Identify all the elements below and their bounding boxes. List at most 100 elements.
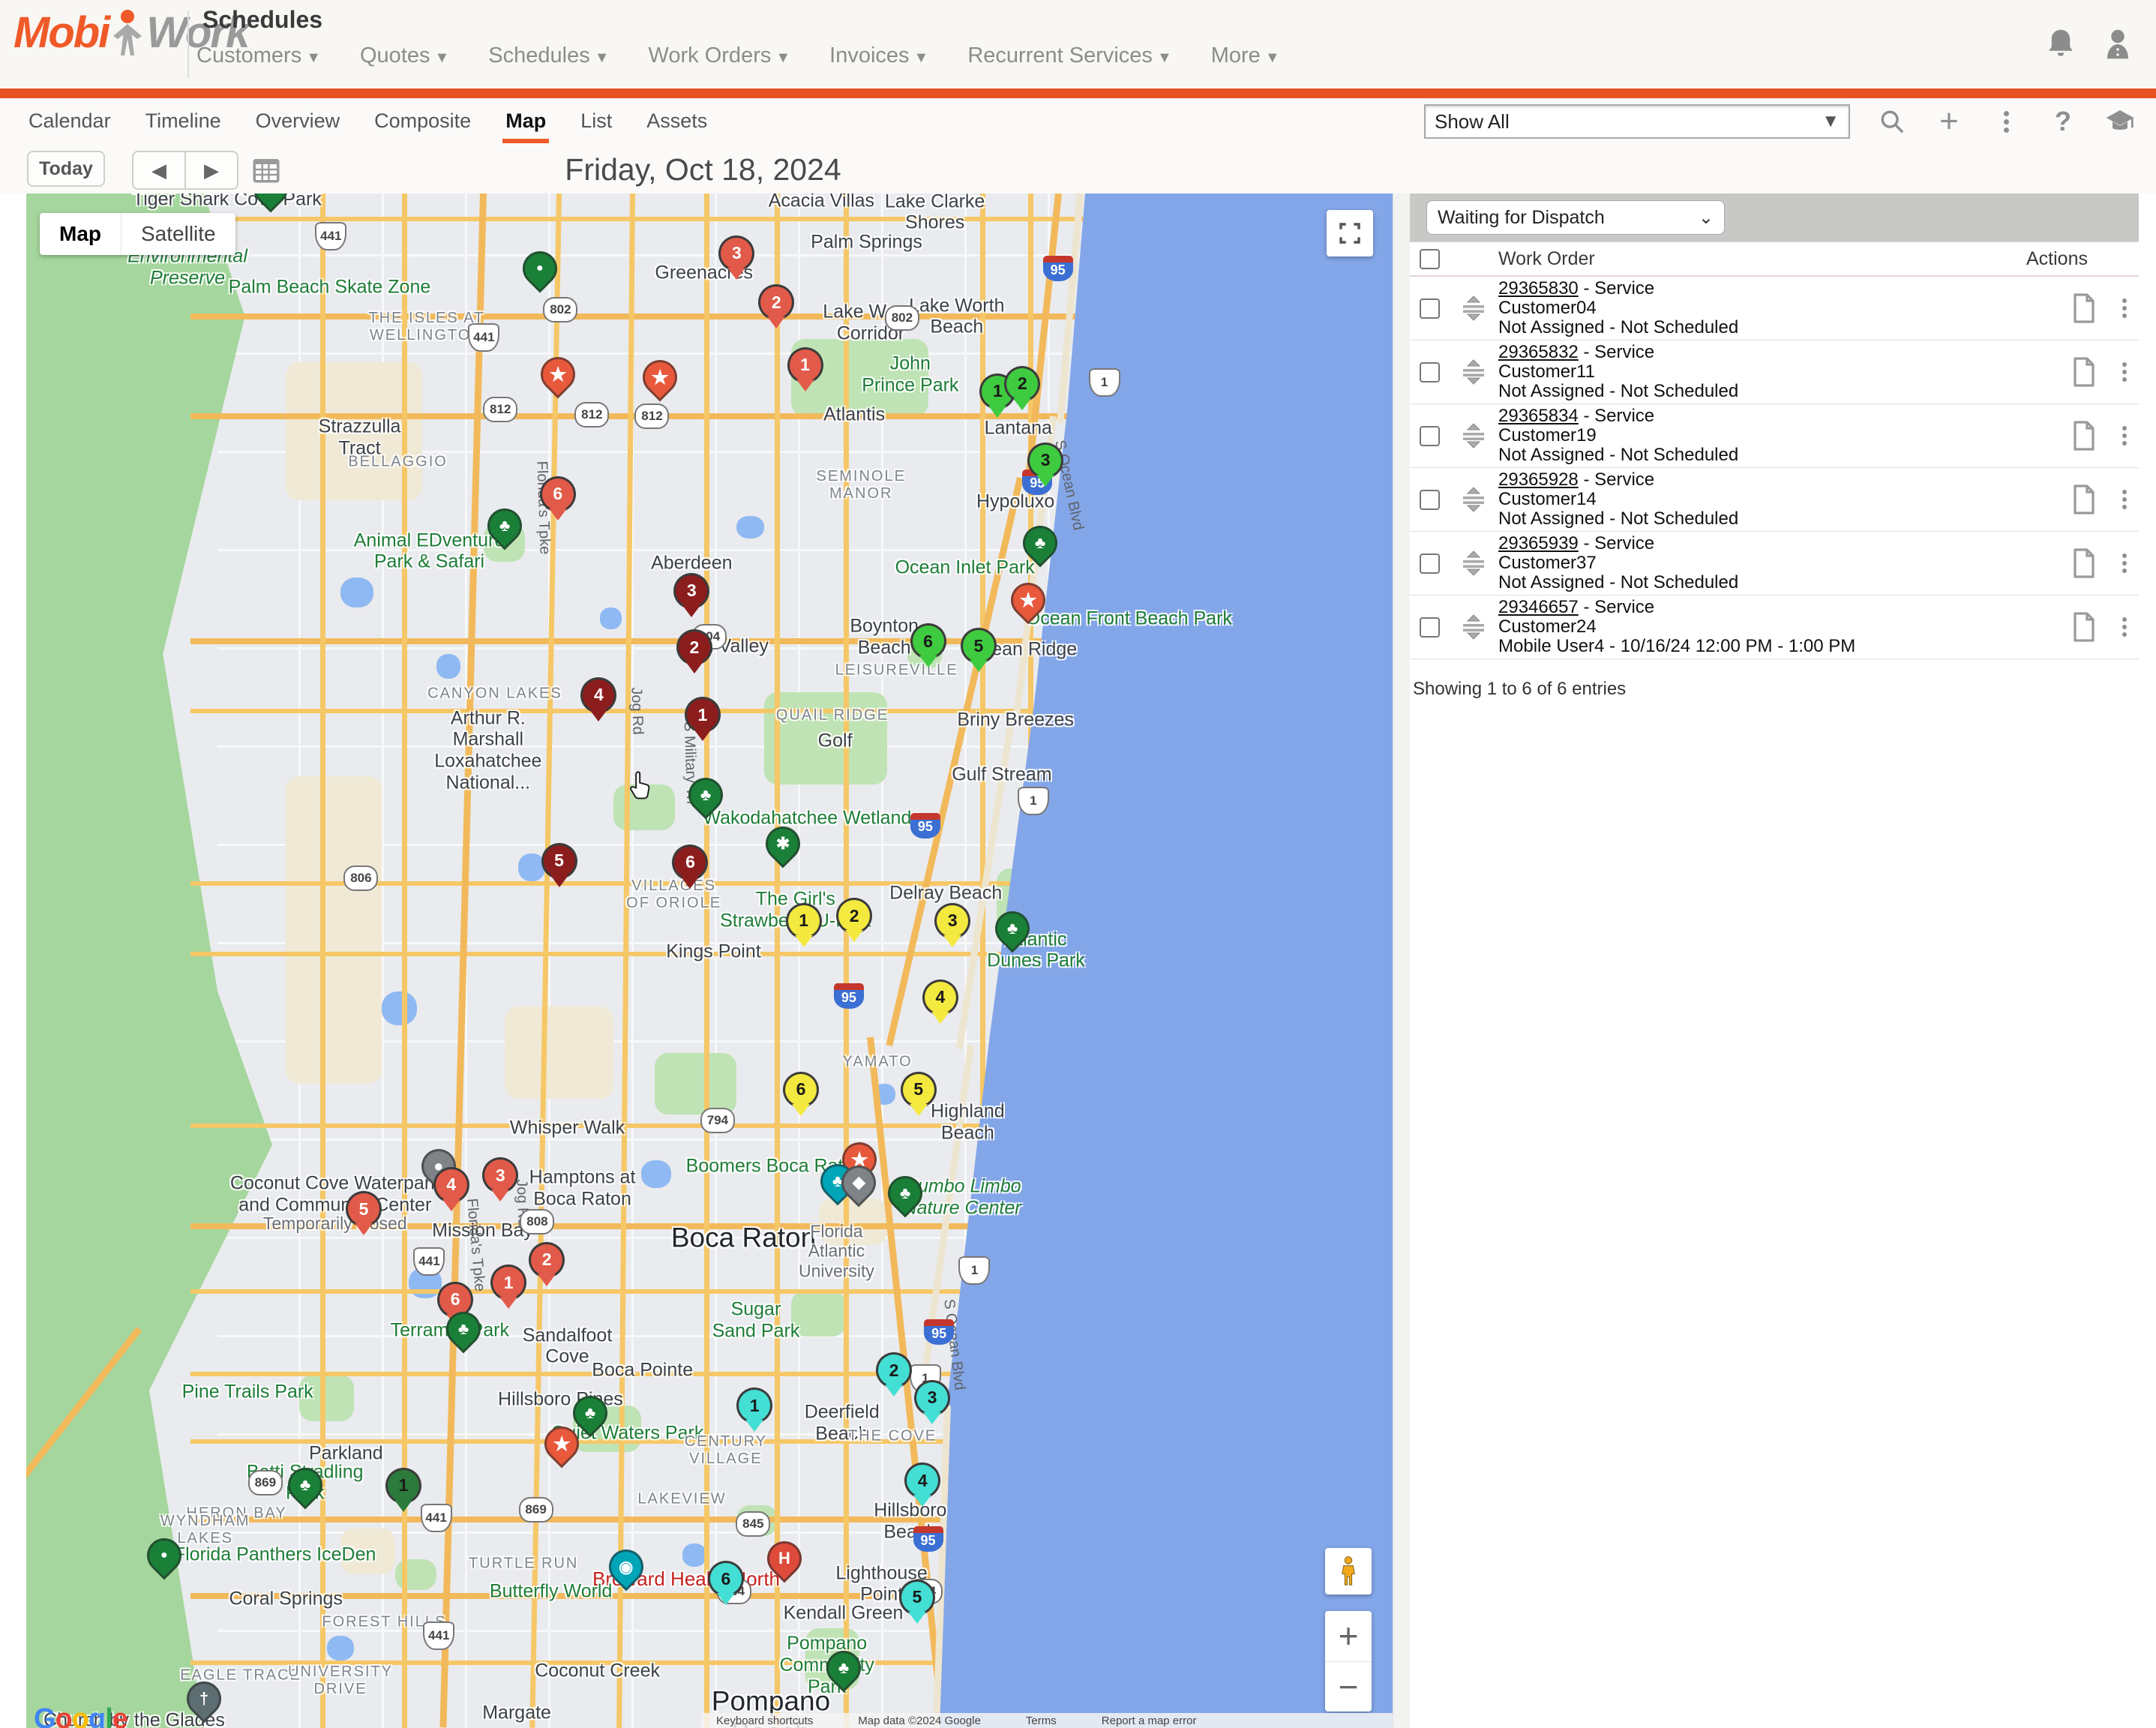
map-pin[interactable]: ★ [544, 1426, 579, 1461]
work-order-row[interactable]: 29365832 - Service Customer11 Not Assign… [1410, 340, 2139, 404]
drag-handle-icon[interactable] [1459, 295, 1489, 322]
work-order-link[interactable]: 29365928 [1498, 470, 1579, 490]
map-pin[interactable]: ♣ [487, 508, 522, 543]
nav-item[interactable]: Schedules▼ [488, 44, 609, 68]
map-pin[interactable]: 6 [785, 1074, 817, 1118]
map-pin[interactable]: 6 [542, 478, 574, 522]
map-pin[interactable]: 1 [788, 905, 820, 949]
document-icon[interactable] [2071, 548, 2097, 578]
fullscreen-button[interactable] [1327, 210, 1373, 256]
bell-icon[interactable] [2045, 27, 2077, 62]
work-order-row[interactable]: 29365830 - Service Customer04 Not Assign… [1410, 277, 2139, 340]
map-pin[interactable]: ♣ [1023, 526, 1057, 560]
drag-handle-icon[interactable] [1459, 422, 1489, 449]
drag-handle-icon[interactable] [1459, 614, 1489, 640]
map-pin[interactable]: ◆ [841, 1166, 876, 1200]
map-pin[interactable]: ♣ [446, 1312, 481, 1346]
work-order-link[interactable]: 29365834 [1498, 406, 1579, 426]
work-order-row[interactable]: 29365939 - Service Customer37 Not Assign… [1410, 532, 2139, 596]
row-checkbox[interactable] [1420, 426, 1440, 446]
map-pin[interactable]: 5 [544, 845, 575, 889]
nav-item[interactable]: Recurrent Services▼ [967, 44, 1171, 68]
work-order-row[interactable]: 29346657 - Service Customer24 Mobile Use… [1410, 596, 2139, 659]
map-pin[interactable]: H [767, 1541, 802, 1576]
map-pin[interactable]: 2 [760, 286, 792, 330]
map-pin[interactable]: ♣ [888, 1176, 922, 1210]
view-tab[interactable]: Composite [374, 98, 471, 143]
map-pin[interactable]: 4 [583, 680, 614, 723]
work-order-link[interactable]: 29346657 [1498, 597, 1579, 617]
map-pin[interactable]: 1 [790, 350, 821, 393]
map-pin[interactable]: 1 [687, 699, 718, 742]
map-pin[interactable]: 2 [679, 632, 710, 675]
map-pin[interactable]: 6 [913, 626, 944, 669]
work-order-link[interactable]: 29365830 [1498, 278, 1579, 298]
map-pin[interactable]: 6 [710, 1563, 742, 1606]
work-order-link[interactable]: 29365832 [1498, 342, 1579, 362]
search-icon[interactable] [1877, 106, 1907, 136]
view-tab[interactable]: Overview [256, 98, 340, 143]
map-pin[interactable]: ★ [541, 357, 575, 392]
map-pin[interactable]: 2 [1006, 368, 1038, 412]
map-pin[interactable]: 4 [925, 982, 956, 1025]
show-all-select[interactable]: Show All ▼ [1424, 104, 1850, 139]
map-type-map-button[interactable]: Map [40, 213, 121, 255]
nav-item[interactable]: More▼ [1211, 44, 1280, 68]
map-pin[interactable]: ♣ [995, 911, 1030, 946]
row-checkbox[interactable] [1420, 617, 1440, 638]
dispatch-status-select[interactable]: Waiting for Dispatch ⌄ [1426, 200, 1725, 235]
map-pin[interactable]: ♣ [288, 1468, 322, 1502]
map-pin[interactable]: 5 [348, 1193, 379, 1237]
map-pin[interactable]: ♣ [573, 1396, 607, 1430]
map-pin[interactable]: ★ [1011, 583, 1045, 617]
document-icon[interactable] [2071, 293, 2097, 323]
row-checkbox[interactable] [1420, 490, 1440, 510]
row-actions-menu-icon[interactable] [2122, 487, 2127, 512]
map-pin[interactable]: ♣ [826, 1651, 861, 1685]
map-pin[interactable]: 2 [838, 900, 870, 944]
map-pin[interactable]: ● [523, 251, 557, 286]
work-order-link[interactable]: 29365939 [1498, 533, 1579, 554]
map-pin[interactable]: ♣ [688, 778, 723, 812]
more-options-icon[interactable] [1991, 106, 2021, 136]
map-pin[interactable]: 1 [739, 1390, 770, 1433]
row-checkbox[interactable] [1420, 362, 1440, 382]
work-order-row[interactable]: 29365834 - Service Customer19 Not Assign… [1410, 404, 2139, 468]
nav-item[interactable]: Invoices▼ [829, 44, 928, 68]
work-order-row[interactable]: 29365928 - Service Customer14 Not Assign… [1410, 468, 2139, 532]
help-icon[interactable]: ? [2048, 106, 2078, 136]
row-checkbox[interactable] [1420, 298, 1440, 319]
map-pin[interactable]: † [187, 1682, 221, 1716]
map-pin[interactable]: 2 [531, 1244, 562, 1288]
row-actions-menu-icon[interactable] [2122, 550, 2127, 576]
nav-item[interactable]: Quotes▼ [360, 44, 449, 68]
select-all-checkbox[interactable] [1420, 249, 1440, 269]
zoom-out-button[interactable]: − [1325, 1662, 1372, 1712]
map-pin[interactable]: 3 [1030, 445, 1061, 488]
row-actions-menu-icon[interactable] [2122, 423, 2127, 448]
document-icon[interactable] [2071, 484, 2097, 514]
map-pin[interactable]: 6 [674, 847, 706, 890]
map-pin[interactable]: 3 [937, 905, 968, 949]
view-tab[interactable]: Calendar [28, 98, 111, 143]
map-pin[interactable]: 1 [493, 1267, 524, 1310]
map-pin[interactable]: 3 [676, 575, 707, 619]
drag-handle-icon[interactable] [1459, 550, 1489, 577]
map-pin[interactable]: 2 [878, 1354, 910, 1398]
user-icon[interactable] [2102, 27, 2134, 62]
row-actions-menu-icon[interactable] [2122, 296, 2127, 321]
add-icon[interactable]: + [1934, 106, 1964, 136]
document-icon[interactable] [2071, 421, 2097, 451]
training-icon[interactable] [2105, 106, 2135, 136]
view-tab[interactable]: Assets [646, 98, 707, 143]
document-icon[interactable] [2071, 612, 2097, 642]
map-pin[interactable]: 3 [721, 238, 752, 281]
map-pin[interactable]: 5 [901, 1582, 933, 1625]
view-tab[interactable]: List [580, 98, 612, 143]
zoom-in-button[interactable]: + [1325, 1611, 1372, 1662]
row-actions-menu-icon[interactable] [2122, 614, 2127, 640]
map-pin[interactable]: 4 [907, 1465, 938, 1508]
nav-item[interactable]: Customers▼ [196, 44, 321, 68]
map-canvas[interactable]: Tiger Shark Cove ParkAcacia VillasLake C… [26, 194, 1393, 1728]
map-pin[interactable]: ✱ [766, 826, 800, 861]
